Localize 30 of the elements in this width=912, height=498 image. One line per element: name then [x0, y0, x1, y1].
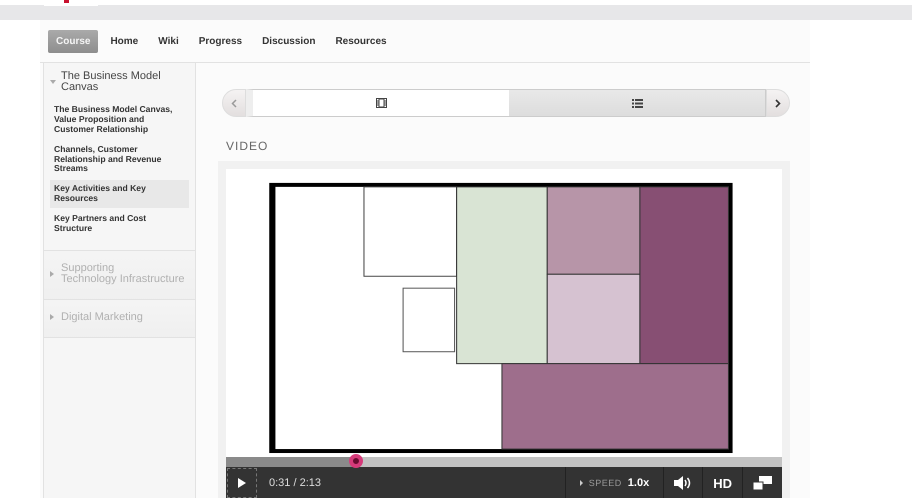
nav-tab[interactable]: Progress: [190, 30, 250, 52]
quality-button[interactable]: HD: [702, 467, 742, 498]
time-display: 0:31 / 2:13: [269, 477, 321, 489]
lesson-item[interactable]: Key Activities and Key Resources: [50, 180, 189, 208]
nav-tab[interactable]: Home: [102, 30, 146, 52]
speed-label: SPEED: [588, 478, 622, 488]
section-heading: VIDEO: [226, 139, 270, 153]
caret-icon: [50, 80, 56, 84]
nav-tab[interactable]: Discussion: [254, 30, 324, 52]
film-icon: [376, 98, 386, 108]
lesson-item[interactable]: Channels, Customer Relationship and Revenue Streams: [50, 140, 189, 178]
list-icon: [632, 98, 642, 108]
chevron-left-icon: [231, 98, 237, 108]
speed-button[interactable]: SPEED 1.0x: [564, 467, 664, 498]
caret-icon: [580, 480, 583, 486]
speed-value: 1.0x: [628, 477, 650, 489]
window-icon: [753, 476, 772, 490]
play-icon: [238, 478, 246, 488]
nav-tab[interactable]: Resources: [327, 30, 395, 52]
chevron-right-icon: [775, 98, 781, 108]
next-button[interactable]: [766, 89, 790, 117]
volume-icon: [674, 476, 692, 490]
progress-track[interactable]: [226, 457, 782, 467]
lesson-item[interactable]: Key Partners and Cost Structure: [50, 210, 189, 238]
caret-icon: [50, 270, 54, 277]
chapter-item[interactable]: The Business Model Canvas: [50, 71, 189, 93]
lesson-item[interactable]: The Business Model Canvas, Value Proposition and Customer Relationship: [50, 101, 189, 139]
nav-tab[interactable]: Wiki: [150, 30, 187, 52]
play-button[interactable]: [227, 468, 257, 498]
caret-icon: [50, 314, 54, 320]
